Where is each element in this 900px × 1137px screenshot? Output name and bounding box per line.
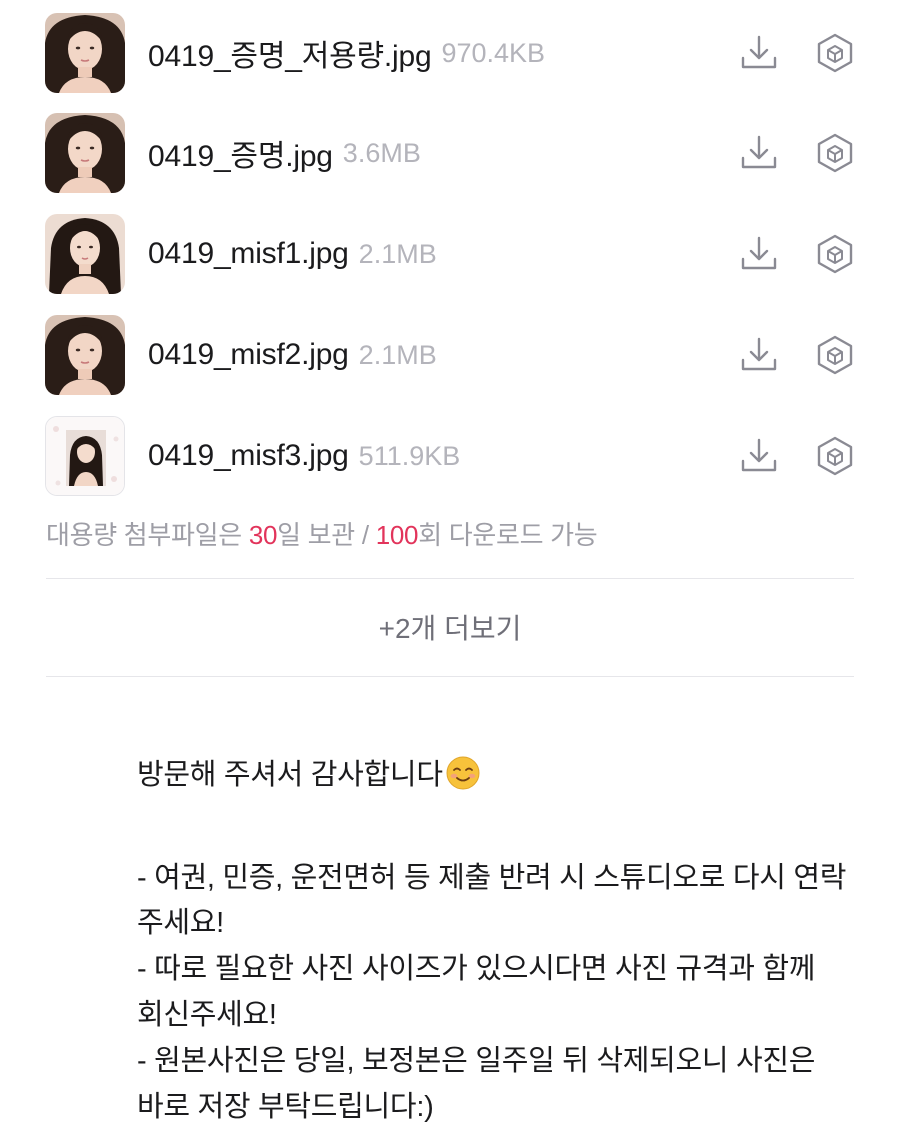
cube-icon[interactable] bbox=[814, 32, 856, 74]
show-more-button[interactable]: +2개 더보기 bbox=[46, 579, 854, 675]
download-icon[interactable] bbox=[738, 435, 780, 477]
greeting-text: 방문해 주셔서 감사합니다 bbox=[137, 759, 443, 791]
file-name[interactable]: 0419_증명.jpg bbox=[148, 131, 333, 175]
retention-days: 30 bbox=[248, 520, 278, 550]
message-line: 회신주세요! bbox=[137, 999, 277, 1031]
message-line: 바로 저장 부탁드립니다:) bbox=[137, 1091, 434, 1123]
file-size: 970.4KB bbox=[441, 37, 546, 68]
portrait-image bbox=[46, 417, 124, 495]
message-line: - 여권, 민증, 운전면허 등 제출 반려 시 스튜디오로 다시 연락 bbox=[137, 862, 847, 894]
portrait-image bbox=[45, 113, 125, 193]
cube-icon[interactable] bbox=[814, 132, 856, 174]
photo-thumbnail[interactable] bbox=[45, 315, 125, 395]
file-size: 2.1MB bbox=[358, 238, 437, 269]
photo-thumbnail[interactable] bbox=[45, 416, 125, 496]
retention-suffix: 회 다운로드 가능 bbox=[418, 520, 598, 550]
file-name[interactable]: 0419_misf3.jpg bbox=[148, 439, 349, 473]
download-icon[interactable] bbox=[738, 233, 780, 275]
photo-thumbnail[interactable] bbox=[45, 113, 125, 193]
message-line: - 원본사진은 당일, 보정본은 일주일 뒤 삭제되오니 사진은 bbox=[137, 1045, 816, 1077]
download-icon[interactable] bbox=[738, 334, 780, 376]
message-line: 주세요! bbox=[137, 907, 224, 939]
file-name[interactable]: 0419_증명_저용량.jpg bbox=[148, 31, 432, 75]
cube-icon[interactable] bbox=[814, 435, 856, 477]
file-name[interactable]: 0419_misf2.jpg bbox=[148, 338, 349, 372]
file-size: 511.9KB bbox=[358, 440, 461, 471]
attachment-item: 0419_증명.jpg 3.6MB bbox=[0, 113, 900, 193]
attachment-item: 0419_증명_저용량.jpg 970.4KB bbox=[0, 13, 900, 93]
cube-icon[interactable] bbox=[814, 334, 856, 376]
retention-prefix: 대용량 첨부파일은 bbox=[46, 520, 249, 550]
smiling-face-emoji bbox=[446, 756, 480, 790]
retention-notice: 대용량 첨부파일은 30일 보관 / 100회 다운로드 가능 bbox=[46, 515, 598, 552]
file-name[interactable]: 0419_misf1.jpg bbox=[148, 237, 349, 271]
portrait-image bbox=[45, 13, 125, 93]
divider bbox=[46, 676, 854, 677]
attachment-item: 0419_misf2.jpg 2.1MB bbox=[0, 315, 900, 395]
download-icon[interactable] bbox=[738, 32, 780, 74]
download-icon[interactable] bbox=[738, 132, 780, 174]
cube-icon[interactable] bbox=[814, 233, 856, 275]
file-size: 3.6MB bbox=[342, 137, 421, 168]
portrait-image bbox=[45, 214, 125, 294]
attachment-item: 0419_misf3.jpg 511.9KB bbox=[0, 416, 900, 496]
photo-thumbnail[interactable] bbox=[45, 13, 125, 93]
portrait-image bbox=[45, 315, 125, 395]
photo-thumbnail[interactable] bbox=[45, 214, 125, 294]
retention-downloads: 100 bbox=[375, 520, 419, 550]
greeting-line: 방문해 주셔서 감사합니다 bbox=[137, 752, 857, 798]
message-body: 방문해 주셔서 감사합니다 - 여권, 민증, 운전면허 등 제출 반려 시 스… bbox=[137, 752, 857, 1130]
attachment-item: 0419_misf1.jpg 2.1MB bbox=[0, 214, 900, 294]
file-size: 2.1MB bbox=[358, 339, 437, 370]
message-line: - 따로 필요한 사진 사이즈가 있으시다면 사진 규격과 함께 bbox=[137, 953, 816, 985]
retention-middle: 일 보관 / bbox=[277, 520, 376, 550]
